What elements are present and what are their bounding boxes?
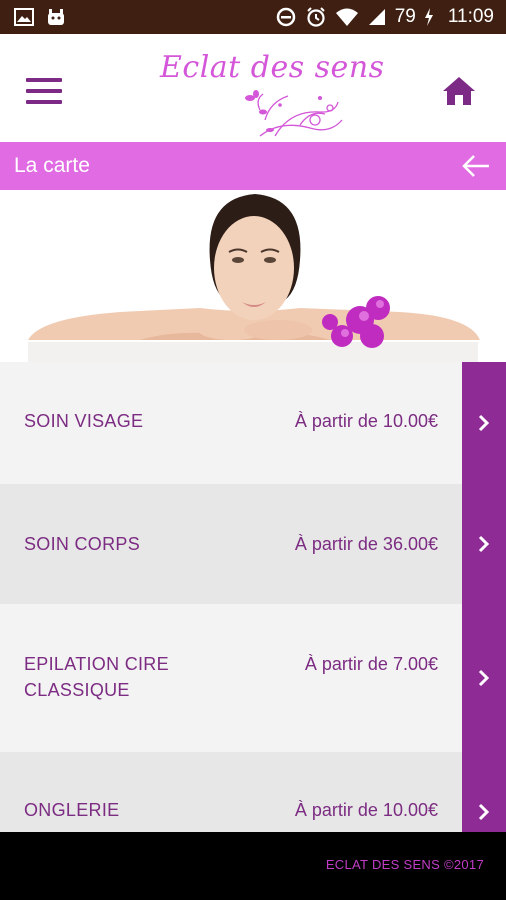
- battery-level: 79: [394, 6, 416, 27]
- chevron-right-icon: [478, 414, 490, 432]
- hero-banner: [0, 190, 506, 362]
- service-price: À partir de 7.00€: [304, 654, 438, 674]
- battery-charging-icon: [424, 8, 433, 26]
- app-header: Eclat des sens: [0, 34, 506, 142]
- open-service-button[interactable]: [462, 604, 506, 752]
- service-name: SOIN CORPS: [24, 534, 141, 554]
- open-service-button[interactable]: [462, 484, 506, 604]
- open-service-button[interactable]: [462, 752, 506, 832]
- chevron-right-icon: [478, 535, 490, 553]
- copyright-text: ECLAT DES SENS ©2017: [325, 857, 484, 872]
- wifi-icon: [335, 8, 358, 26]
- page-title: La carte: [14, 154, 90, 177]
- footer: ECLAT DES SENS ©2017: [0, 832, 506, 900]
- menu-button[interactable]: [26, 78, 62, 104]
- services-list: SOIN VISAGE À partir de 10.00€ SOIN CORP…: [0, 362, 506, 832]
- list-item[interactable]: SOIN CORPS À partir de 36.00€: [0, 484, 506, 604]
- list-item[interactable]: SOIN VISAGE À partir de 10.00€: [0, 362, 506, 484]
- logo: Eclat des sens: [160, 50, 384, 138]
- system-icons: 79 11:09: [275, 0, 494, 34]
- android-notification-icon: [48, 9, 64, 25]
- status-bar: 79 11:09: [0, 0, 506, 34]
- open-service-button[interactable]: [462, 362, 506, 484]
- clock: 11:09: [447, 6, 494, 27]
- service-price: À partir de 10.00€: [294, 800, 438, 820]
- service-name: SOIN VISAGE: [24, 411, 144, 431]
- chevron-right-icon: [478, 803, 490, 821]
- service-name: EPILATION CIRE CLASSIQUE: [24, 654, 169, 700]
- list-item[interactable]: EPILATION CIRE CLASSIQUE À partir de 7.0…: [0, 604, 506, 752]
- floral-ornament-icon: [245, 90, 343, 137]
- image-notification-icon: [14, 8, 34, 26]
- back-arrow-icon[interactable]: [462, 154, 490, 178]
- hamburger-bar: [26, 78, 62, 82]
- alarm-icon: [307, 7, 325, 27]
- service-price: À partir de 10.00€: [294, 411, 438, 431]
- chevron-right-icon: [478, 669, 490, 687]
- data-saver-icon: [276, 7, 295, 27]
- service-name: ONGLERIE: [24, 800, 120, 820]
- title-bar: La carte: [0, 142, 506, 190]
- home-icon[interactable]: [442, 74, 476, 108]
- spa-woman-image: [0, 190, 506, 362]
- signal-icon: [368, 9, 385, 25]
- notification-icons: [14, 7, 66, 27]
- hamburger-bar: [26, 89, 62, 93]
- list-item[interactable]: ONGLERIE À partir de 10.00€: [0, 752, 506, 832]
- hamburger-bar: [26, 100, 62, 104]
- service-price: À partir de 36.00€: [294, 534, 438, 554]
